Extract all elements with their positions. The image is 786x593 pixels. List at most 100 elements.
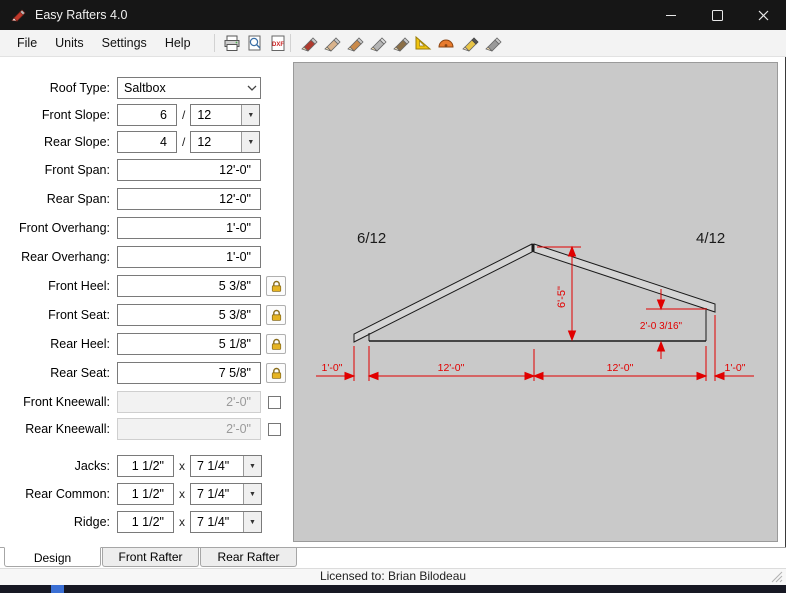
print-button[interactable] (221, 31, 244, 55)
chevron-down-icon[interactable] (243, 78, 260, 98)
rear-heel-input[interactable] (117, 333, 261, 355)
set-square-tool-button[interactable] (412, 31, 435, 55)
ridge-label: Ridge: (4, 515, 117, 529)
rear-common-thickness-input[interactable] (117, 483, 174, 505)
rear-span-label: Rear Span: (4, 192, 117, 206)
ridge-row: Ridge: x 7 1/4" ▼ (4, 511, 288, 533)
dropdown-arrow-icon[interactable]: ▼ (241, 105, 259, 125)
tab-bar: Design Front Rafter Rear Rafter (0, 547, 786, 568)
rear-kneewall-input (117, 418, 261, 440)
pencil-brown-tool-button[interactable] (389, 31, 412, 55)
drawing-area: 6/12 4/12 (293, 62, 778, 542)
front-overhang-input[interactable] (117, 217, 261, 239)
slope-separator: / (182, 108, 185, 122)
jacks-depth-select[interactable]: 7 1/4" ▼ (190, 455, 262, 477)
rear-seat-input[interactable] (117, 362, 261, 384)
menu-settings[interactable]: Settings (93, 32, 156, 54)
close-button[interactable] (740, 0, 786, 30)
rear-slope-rise-input[interactable] (117, 131, 177, 153)
front-heel-lock-button[interactable] (266, 276, 286, 296)
rear-kneewall-checkbox[interactable] (268, 423, 281, 436)
ridge-thickness-input[interactable] (117, 511, 174, 533)
print-preview-button[interactable] (244, 31, 267, 55)
front-seat-lock-button[interactable] (266, 305, 286, 325)
tab-front-rafter[interactable]: Front Rafter (102, 548, 199, 567)
taskbar-item[interactable] (51, 585, 64, 593)
rear-slope-label: Rear Slope: (4, 135, 117, 149)
front-span-row: Front Span: (4, 159, 288, 181)
tab-rear-rafter[interactable]: Rear Rafter (200, 548, 297, 567)
tab-design[interactable]: Design (4, 547, 101, 567)
menu-units[interactable]: Units (46, 32, 92, 54)
dropdown-arrow-icon[interactable]: ▼ (243, 512, 261, 532)
dimension-separator: x (179, 515, 185, 529)
pencil-silver-tool-button[interactable] (366, 31, 389, 55)
pencil-brown-icon (390, 33, 410, 53)
lock-icon (270, 338, 283, 351)
jacks-thickness-input[interactable] (117, 455, 174, 477)
dimension-separator: x (179, 487, 185, 501)
protractor-tool-button[interactable] (435, 31, 458, 55)
pencil-orange-tool-button[interactable] (343, 31, 366, 55)
rear-slope-row: Rear Slope: / 12 ▼ (4, 131, 288, 153)
ridge-height-dim-text: 6'-5" (556, 286, 568, 308)
pencil-tan-tool-button[interactable] (320, 31, 343, 55)
menu-help[interactable]: Help (156, 32, 200, 54)
resize-grip[interactable] (770, 570, 783, 583)
taskbar (0, 585, 786, 593)
front-span-label: Front Span: (4, 163, 117, 177)
front-slope-label: Front Slope: (4, 108, 117, 122)
roof-type-value: Saltbox (118, 81, 243, 95)
front-span-dim-text: 12'-0" (438, 362, 465, 374)
front-seat-input[interactable] (117, 304, 261, 326)
pencil-yellow-tool-button[interactable] (458, 31, 481, 55)
lock-icon (270, 280, 283, 293)
front-slope-run-select[interactable]: 12 ▼ (190, 104, 260, 126)
dimension-lines (316, 247, 754, 381)
front-kneewall-checkbox[interactable] (268, 396, 281, 409)
rear-heel-dim-text: 2'-0 3/16" (640, 321, 683, 332)
pencil-red-tool-button[interactable] (297, 31, 320, 55)
rear-common-depth-select[interactable]: 7 1/4" ▼ (190, 483, 262, 505)
jacks-depth-value: 7 1/4" (191, 459, 243, 473)
rear-overhang-input[interactable] (117, 246, 261, 268)
front-slope-rise-input[interactable] (117, 104, 177, 126)
jacks-row: Jacks: x 7 1/4" ▼ (4, 455, 288, 477)
rear-heel-label: Rear Heel: (4, 337, 117, 351)
dropdown-arrow-icon[interactable]: ▼ (243, 456, 261, 476)
pencil-yellow-icon (459, 33, 479, 53)
rear-seat-lock-button[interactable] (266, 363, 286, 383)
jacks-label: Jacks: (4, 459, 117, 473)
menubar: File Units Settings Help (0, 30, 786, 57)
rear-overhang-label: Rear Overhang: (4, 250, 117, 264)
dxf-export-button[interactable]: DXF (267, 31, 290, 55)
rear-seat-label: Rear Seat: (4, 366, 117, 380)
front-seat-label: Front Seat: (4, 308, 117, 322)
lock-icon (270, 309, 283, 322)
pencil-gray-tool-button[interactable] (481, 31, 504, 55)
maximize-icon (712, 10, 723, 21)
print-icon (223, 35, 241, 52)
rear-span-row: Rear Span: (4, 188, 288, 210)
ridge-depth-select[interactable]: 7 1/4" ▼ (190, 511, 262, 533)
rear-heel-lock-button[interactable] (266, 334, 286, 354)
app-logo-icon (10, 7, 26, 23)
maximize-button[interactable] (694, 0, 740, 30)
pencil-tan-icon (321, 33, 341, 53)
dropdown-arrow-icon[interactable]: ▼ (241, 132, 259, 152)
front-kneewall-label: Front Kneewall: (4, 395, 117, 409)
front-heel-input[interactable] (117, 275, 261, 297)
rear-slope-run-select[interactable]: 12 ▼ (190, 131, 260, 153)
front-overhang-label: Front Overhang: (4, 221, 117, 235)
dropdown-arrow-icon[interactable]: ▼ (243, 484, 261, 504)
front-span-input[interactable] (117, 159, 261, 181)
front-overhang-row: Front Overhang: (4, 217, 288, 239)
roof-type-select[interactable]: Saltbox (117, 77, 261, 99)
menu-file[interactable]: File (8, 32, 46, 54)
dimension-separator: x (179, 459, 185, 473)
rear-span-input[interactable] (117, 188, 261, 210)
front-slope-run-value: 12 (191, 108, 241, 122)
titlebar: Easy Rafters 4.0 (0, 0, 786, 30)
minimize-button[interactable] (648, 0, 694, 30)
dxf-export-icon: DXF (269, 35, 287, 52)
